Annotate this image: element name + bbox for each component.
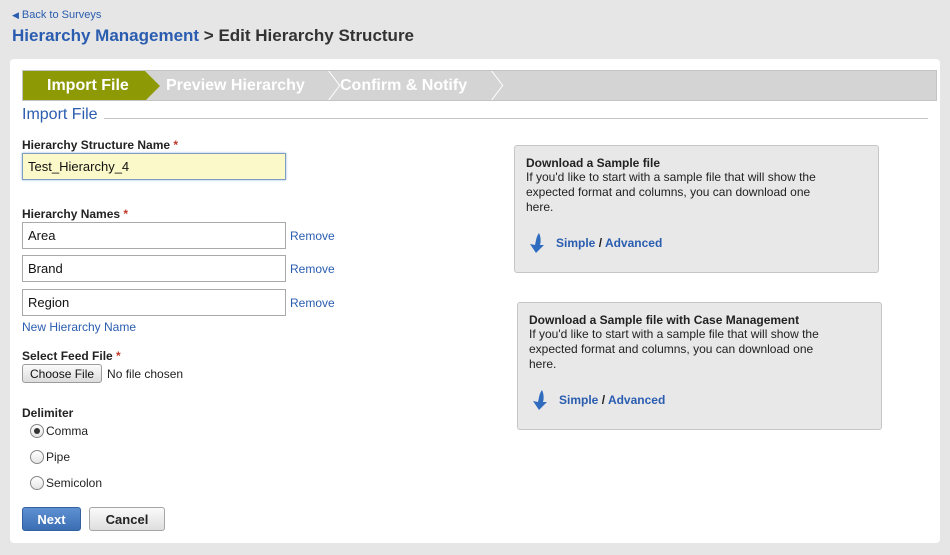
wizard-step-import-file: Import File	[23, 71, 160, 100]
required-marker: *	[123, 207, 129, 221]
hierarchy-names-label: Hierarchy Names *	[22, 207, 128, 221]
wizard-step-preview-hierarchy: Preview Hierarchy	[166, 77, 305, 94]
remove-hierarchy-name-link[interactable]: Remove	[290, 296, 335, 310]
hierarchy-name-input[interactable]	[22, 255, 286, 282]
radio-button[interactable]	[30, 450, 44, 464]
structure-name-label: Hierarchy Structure Name *	[22, 138, 178, 152]
sample-download-links: Simple / Advanced	[528, 232, 662, 254]
file-picker: Choose File No file chosen	[22, 364, 183, 383]
choose-file-button[interactable]: Choose File	[22, 364, 103, 383]
sample-box-description: If you'd like to start with a sample fil…	[526, 170, 816, 214]
sample-box-title: Download a Sample file	[526, 156, 661, 170]
remove-hierarchy-name-link[interactable]: Remove	[290, 229, 335, 243]
delimiter-option-label: Comma	[46, 424, 89, 438]
advanced-sample-link[interactable]: Advanced	[608, 393, 665, 407]
back-triangle-icon: ◀	[12, 9, 19, 20]
main-panel: Import File Preview Hierarchy Confirm & …	[10, 59, 940, 543]
sample-box-description: If you'd like to start with a sample fil…	[529, 327, 819, 371]
section-title: Import File	[22, 106, 104, 124]
download-arrow-icon	[533, 390, 547, 410]
next-button[interactable]: Next	[22, 507, 81, 531]
advanced-sample-link[interactable]: Advanced	[605, 236, 662, 250]
breadcrumb-separator: >	[199, 26, 219, 45]
simple-sample-link[interactable]: Simple	[559, 393, 598, 407]
back-to-surveys-link[interactable]: ◀ Back to Surveys	[12, 9, 101, 21]
delimiter-option-label: Semicolon	[46, 476, 103, 490]
link-divider: /	[601, 393, 606, 407]
structure-name-label-text: Hierarchy Structure Name	[22, 138, 171, 152]
radio-button[interactable]	[30, 476, 44, 490]
sample-file-case-management-box: Download a Sample file with Case Managem…	[517, 302, 882, 430]
feed-file-label-text: Select Feed File	[22, 349, 113, 363]
feed-file-label: Select Feed File *	[22, 349, 121, 363]
download-arrow-icon	[530, 233, 544, 253]
breadcrumb-hierarchy-management[interactable]: Hierarchy Management	[12, 26, 199, 45]
page-title: Hierarchy Management > Edit Hierarchy St…	[12, 26, 414, 46]
hierarchy-names-label-text: Hierarchy Names	[22, 207, 121, 221]
sample-box-title: Download a Sample file with Case Managem…	[529, 313, 800, 327]
delimiter-option-semicolon[interactable]: Semicolon	[30, 476, 102, 490]
file-status-text: No file chosen	[107, 366, 184, 381]
wizard-steps: Import File Preview Hierarchy Confirm & …	[22, 70, 937, 101]
radio-button-checked[interactable]	[30, 424, 44, 438]
delimiter-label: Delimiter	[22, 406, 74, 420]
structure-name-input[interactable]	[22, 153, 286, 180]
delimiter-option-pipe[interactable]: Pipe	[30, 450, 70, 464]
required-marker: *	[116, 349, 121, 363]
wizard-step-confirm-notify: Confirm & Notify	[340, 77, 468, 94]
page-heading: Edit Hierarchy Structure	[218, 26, 415, 45]
delimiter-option-label: Pipe	[46, 450, 71, 464]
back-link-label: Back to Surveys	[21, 9, 102, 21]
hierarchy-name-input[interactable]	[22, 289, 286, 316]
sample-file-box: Download a Sample file If you'd like to …	[514, 145, 879, 273]
link-divider: /	[598, 236, 603, 250]
simple-sample-link[interactable]: Simple	[556, 236, 595, 250]
section-divider	[22, 118, 928, 119]
cancel-button[interactable]: Cancel	[89, 507, 165, 531]
sample-download-links: Simple / Advanced	[531, 389, 665, 411]
required-marker: *	[173, 138, 179, 152]
wizard-chevron-icon	[480, 71, 500, 100]
wizard-chevron-icon	[317, 71, 337, 100]
hierarchy-name-input[interactable]	[22, 222, 286, 249]
new-hierarchy-name-link[interactable]: New Hierarchy Name	[22, 320, 136, 334]
remove-hierarchy-name-link[interactable]: Remove	[290, 262, 335, 276]
delimiter-option-comma[interactable]: Comma	[30, 424, 88, 438]
